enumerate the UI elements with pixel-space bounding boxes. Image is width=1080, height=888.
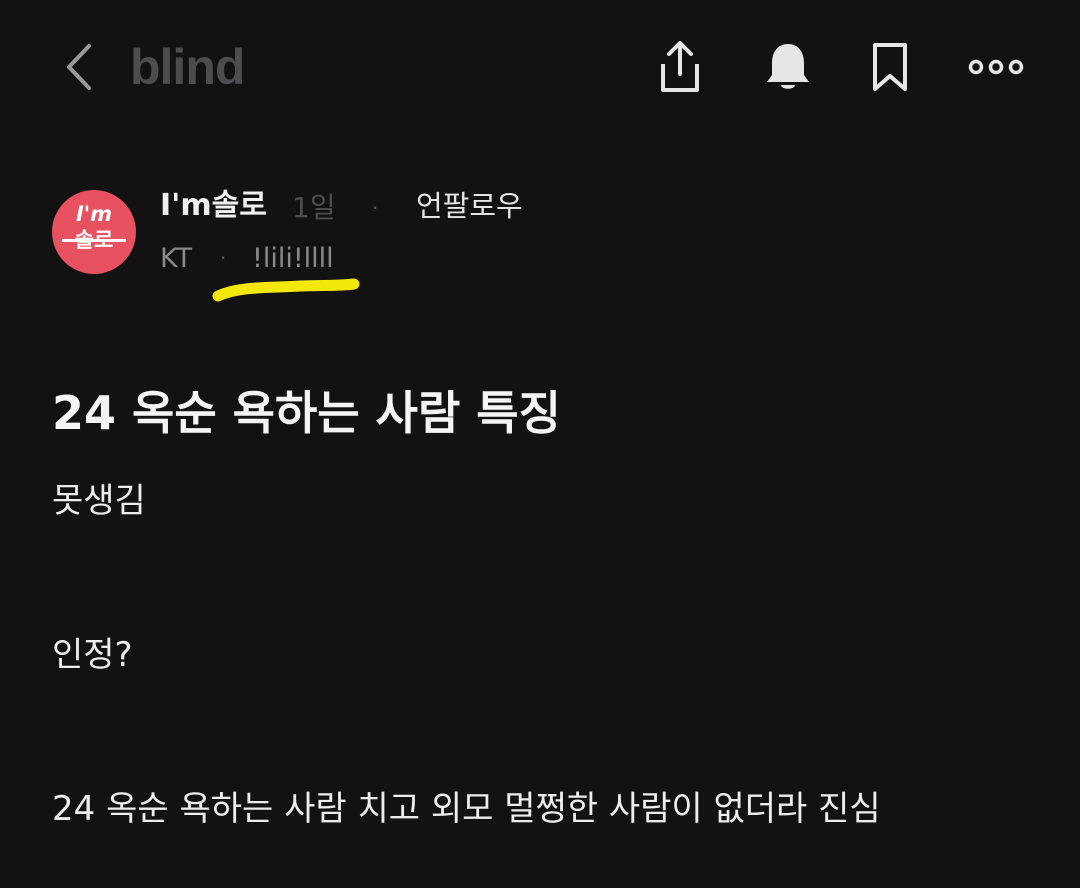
highlight-underline xyxy=(212,278,360,302)
share-icon xyxy=(661,41,699,92)
post-paragraph: 24 옥순 욕하는 사람 치고 외모 멀쩡한 사람이 없더라 진심 xyxy=(52,789,881,829)
brand-logo[interactable]: blind xyxy=(130,34,245,100)
notification-button[interactable] xyxy=(758,36,818,98)
bookmark-button[interactable] xyxy=(860,36,920,98)
post-paragraph: 못생김 xyxy=(52,481,146,521)
avatar-label-top: I'm xyxy=(75,202,113,226)
company-name: KT xyxy=(160,243,193,274)
bell-icon xyxy=(767,44,809,89)
separator-dot: · xyxy=(220,246,227,270)
separator-dot: · xyxy=(372,196,379,220)
more-icon xyxy=(968,59,1024,75)
back-button[interactable] xyxy=(52,38,104,96)
author-name[interactable]: I'm솔로 xyxy=(160,186,267,226)
post-time: 1일 xyxy=(292,191,336,224)
chevron-left-icon xyxy=(67,44,91,90)
avatar-label-bottom: 솔로 xyxy=(74,228,114,252)
unfollow-button[interactable]: 언팔로우 xyxy=(416,186,523,226)
author-nickname: !lili!llll xyxy=(252,243,334,274)
post-title: 24 옥순 욕하는 사람 특징 xyxy=(52,386,561,440)
avatar[interactable]: I'm 솔로 xyxy=(52,190,136,274)
more-options-button[interactable] xyxy=(964,36,1028,98)
share-button[interactable] xyxy=(650,36,710,98)
post-paragraph: 인정? xyxy=(52,635,133,675)
bookmark-icon xyxy=(873,43,907,91)
